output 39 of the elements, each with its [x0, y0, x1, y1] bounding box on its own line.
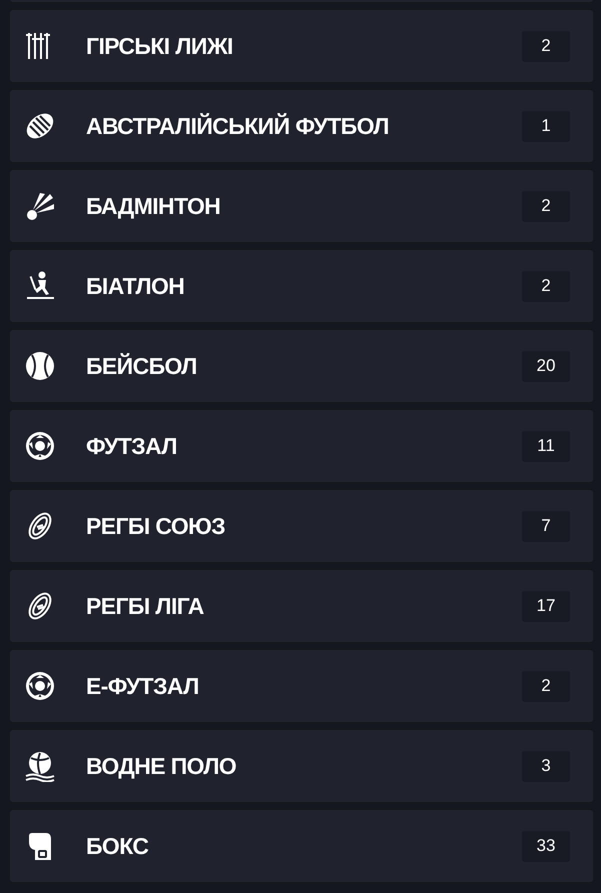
shuttlecock-icon: [24, 190, 56, 222]
sport-name: БАДМІНТОН: [86, 192, 222, 220]
sport-name: ВОДНЕ ПОЛО: [86, 752, 238, 780]
sport-name: АВСТРАЛІЙСЬКИЙ ФУТБОЛ: [86, 112, 390, 140]
soccer-ball-icon: [24, 430, 56, 462]
event-count: 33: [522, 830, 570, 862]
sport-name: РЕГБІ СОЮЗ: [86, 512, 226, 540]
event-count: 11: [522, 430, 570, 462]
sport-row[interactable]: ФУТЗАЛ 11: [10, 410, 593, 482]
event-count: 17: [522, 590, 570, 622]
sport-row[interactable]: БЕЙСБОЛ 20: [10, 330, 593, 402]
sport-row[interactable]: РЕГБІ ЛІГА 17: [10, 570, 593, 642]
sport-row[interactable]: БОКС 33: [10, 810, 593, 882]
event-count: 3: [522, 750, 570, 782]
sport-name: Е-ФУТЗАЛ: [86, 672, 200, 700]
event-count: 7: [522, 510, 570, 542]
water-polo-icon: [24, 750, 56, 782]
sport-row[interactable]: АВСТРАЛІЙСЬКИЙ ФУТБОЛ 1: [10, 90, 593, 162]
event-count: 20: [522, 350, 570, 382]
sport-row[interactable]: Е-ФУТЗАЛ 2: [10, 650, 593, 722]
event-count: 2: [522, 670, 570, 702]
sport-row[interactable]: ГІРСЬКІ ЛИЖІ 2: [10, 10, 593, 82]
sport-name: БЕЙСБОЛ: [86, 352, 198, 380]
sport-row[interactable]: ВОДНЕ ПОЛО 3: [10, 730, 593, 802]
sport-name: РЕГБІ ЛІГА: [86, 592, 205, 620]
event-count: 1: [522, 110, 570, 142]
event-count: 2: [522, 190, 570, 222]
sport-name: БІАТЛОН: [86, 272, 186, 300]
sport-name: ФУТЗАЛ: [86, 432, 178, 460]
soccer-ball-icon: [24, 670, 56, 702]
sport-name: БОКС: [86, 832, 150, 860]
sport-row[interactable]: БІАТЛОН 2: [10, 250, 593, 322]
sport-row[interactable]: БАДМІНТОН 2: [10, 170, 593, 242]
skier-icon: [24, 270, 56, 302]
baseball-icon: [24, 350, 56, 382]
sport-row[interactable]: РЕГБІ СОЮЗ 7: [10, 490, 593, 562]
sport-name: ГІРСЬКІ ЛИЖІ: [86, 32, 234, 60]
event-count: 2: [522, 270, 570, 302]
event-count: 2: [522, 30, 570, 62]
